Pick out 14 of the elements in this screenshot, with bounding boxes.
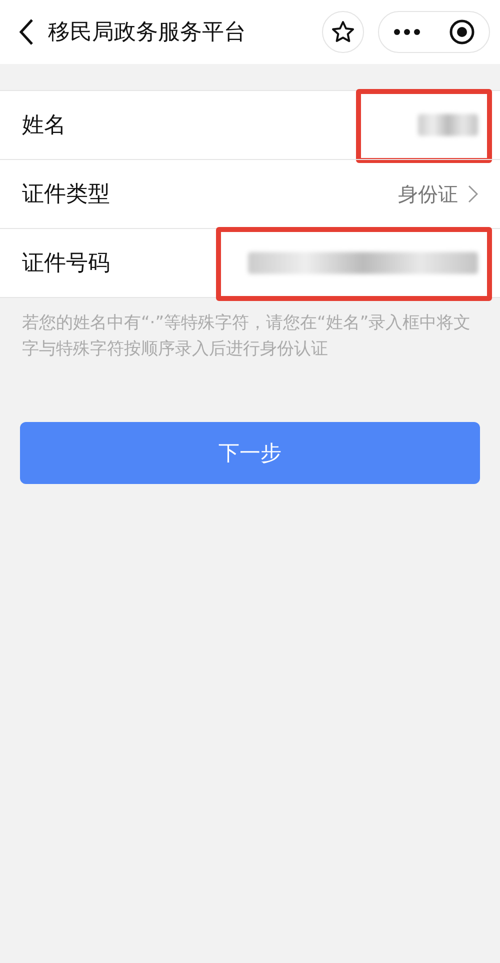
star-icon	[331, 20, 355, 44]
field-label: 姓名	[22, 112, 67, 140]
next-button[interactable]: 下一步	[20, 422, 480, 484]
back-icon[interactable]	[18, 18, 34, 46]
close-button[interactable]	[449, 19, 475, 45]
star-button[interactable]	[322, 11, 364, 53]
more-button[interactable]	[393, 28, 421, 36]
field-label: 证件类型	[22, 181, 111, 209]
field-label: 证件号码	[22, 250, 111, 278]
hint-text: 若您的姓名中有“·”等特殊字符，请您在“姓名”录入框中将文字与特殊字符按顺序录入后进行身份认证	[22, 312, 472, 361]
blurred-value	[418, 114, 478, 136]
field-value[interactable]: 身份证	[398, 180, 458, 208]
page-title: 移民局政务服务平台	[48, 19, 247, 47]
chevron-right-icon	[468, 185, 478, 203]
